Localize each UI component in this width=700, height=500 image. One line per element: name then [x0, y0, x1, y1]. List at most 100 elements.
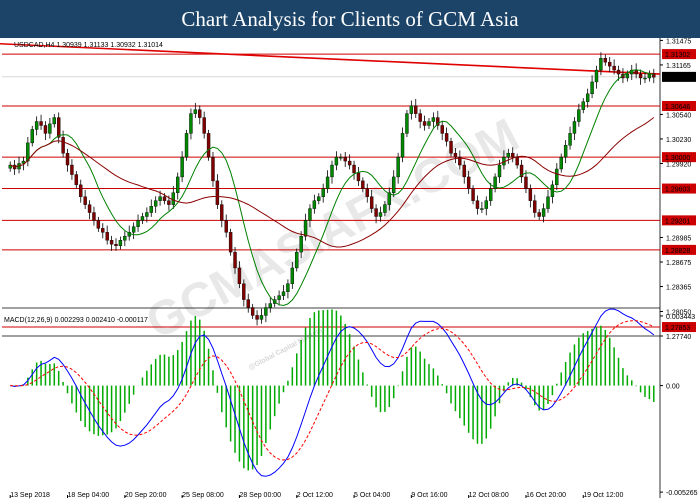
level-label: 1.29201 [665, 218, 690, 225]
candle-body [312, 200, 317, 209]
candle-body [321, 188, 325, 197]
level-label: 1.30646 [665, 104, 690, 111]
candle-body [449, 141, 453, 154]
candle-body [590, 81, 594, 95]
candle-body [184, 133, 189, 158]
time-axis: 13 Sep 2018 18 Sep 04:00 20 Sep 20:00 25 Se… [9, 492, 623, 499]
candle-body [471, 188, 475, 201]
candle-body [123, 236, 127, 241]
candle-body [647, 73, 652, 79]
price-tick-label: 1.28985 [666, 235, 691, 242]
candle-body [546, 196, 550, 209]
candle-body [612, 65, 616, 71]
candle-body [577, 109, 581, 122]
candle-body [114, 243, 118, 246]
candle-body [634, 69, 638, 75]
candle-body [599, 58, 603, 71]
candle-body [480, 208, 484, 210]
candle-body [585, 93, 590, 102]
last-price-label: 1.31014 [665, 75, 690, 82]
candle-body [43, 125, 48, 134]
candle-body [79, 184, 83, 197]
candle-body [418, 113, 422, 122]
candle-body [34, 121, 39, 130]
price-tick-label: 1.31165 [666, 63, 691, 70]
candle-body [96, 220, 101, 229]
candle-body [594, 69, 599, 83]
candle-body [400, 133, 405, 158]
time-tick-label: 19 Oct 12:00 [583, 492, 623, 499]
time-tick-label: 25 Sep 08:00 [182, 492, 224, 499]
candle-body [233, 251, 237, 269]
candle-body [308, 208, 312, 221]
candle-body [105, 232, 109, 241]
candle-body [189, 113, 193, 134]
candle-body [74, 174, 79, 186]
candle-body [365, 188, 369, 197]
candle-body [462, 164, 466, 178]
candle-body [466, 176, 471, 189]
level-label: 1.28828 [665, 248, 690, 255]
candle-body [409, 105, 414, 114]
candle-body [528, 188, 533, 201]
time-tick-label: 28 Sep 00:00 [239, 492, 281, 499]
candle-body [250, 307, 255, 316]
candle-body [149, 206, 153, 213]
candle-body [563, 145, 568, 158]
candle-body [56, 117, 61, 138]
candle-body [295, 251, 299, 269]
candle-body [511, 152, 515, 158]
candle-body [383, 204, 387, 213]
candle-body [616, 69, 621, 75]
macd-header: MACD(12,26,9) 0.002293 0.002410 -0.00011… [4, 317, 148, 324]
candle-body [277, 295, 281, 300]
candle-body [228, 232, 233, 253]
candle-body [352, 164, 356, 174]
candle-body [378, 212, 383, 217]
candle-body [515, 156, 519, 166]
candle-body [92, 212, 96, 221]
candle-body [317, 196, 321, 201]
candle-body [303, 220, 308, 237]
time-tick-label: 12 Oct 08:00 [469, 492, 509, 499]
candle-body [162, 196, 167, 201]
candle-body [524, 176, 528, 189]
time-tick-label: 20 Sep 20:00 [125, 492, 167, 499]
candle-body [603, 58, 608, 63]
candle-body [568, 133, 572, 146]
candle-body [237, 267, 242, 284]
candle-body [171, 192, 176, 205]
time-tick-label: 16 Oct 20:00 [526, 492, 566, 499]
candle-body [158, 196, 162, 201]
candle-body [440, 125, 444, 134]
candle-body [533, 200, 537, 213]
candle-body [140, 216, 145, 221]
candle-body [422, 121, 427, 126]
candle-body [638, 73, 643, 79]
symbol-header: USDCAD,H4 1.30939 1.31133 1.30932 1.3101… [14, 42, 163, 49]
candle-body [255, 315, 259, 320]
candle-body [131, 226, 136, 233]
candle-body [109, 240, 114, 245]
candle-body [325, 176, 330, 189]
candle-body [61, 137, 65, 154]
candle-body [136, 220, 140, 227]
level-label: 1.31302 [665, 52, 690, 59]
candle-body [206, 133, 211, 158]
candle-body [215, 180, 220, 205]
candle-body [193, 109, 198, 114]
candle-body [39, 121, 43, 126]
candle-body [268, 303, 272, 308]
price-tick-label: 1.27740 [666, 334, 691, 341]
candle-body [625, 73, 630, 79]
candle-body [537, 212, 541, 217]
candle-body [118, 240, 123, 246]
candle-body [70, 164, 74, 175]
candle-body [608, 61, 612, 67]
candle-body [405, 113, 409, 134]
time-tick-label: 9 Oct 16:00 [411, 492, 447, 499]
candle-body [339, 156, 343, 159]
candle-body [290, 267, 295, 284]
candle-body [224, 220, 228, 233]
candle-body [259, 315, 264, 320]
